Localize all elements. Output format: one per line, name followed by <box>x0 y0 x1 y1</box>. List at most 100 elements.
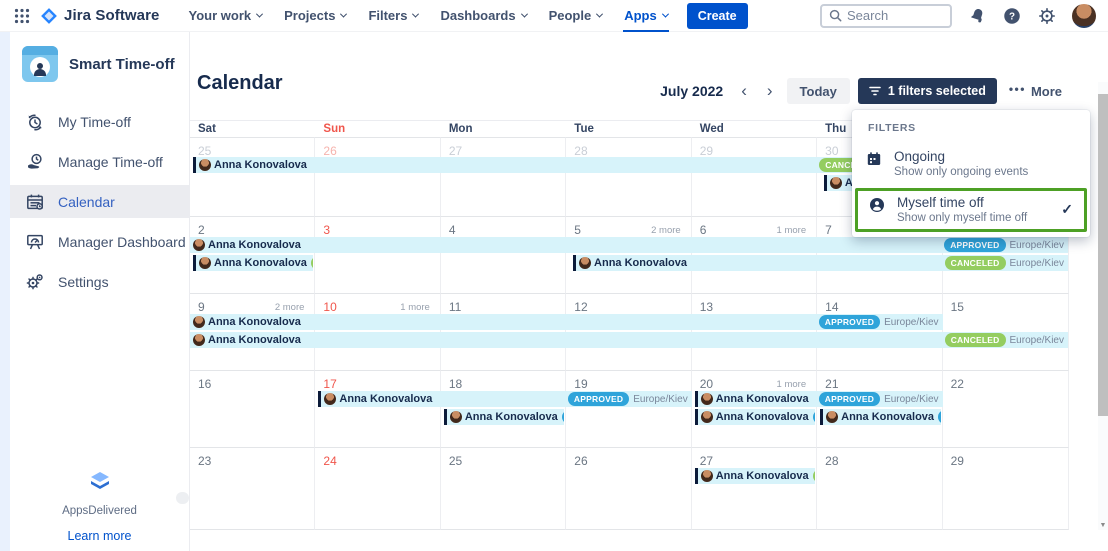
date-number: 2 <box>198 223 205 237</box>
day-cell[interactable]: 23 <box>190 448 315 530</box>
status-badge: APPROVED <box>562 410 565 424</box>
sidebar-item-manage-time-off[interactable]: Manage Time-off <box>10 145 189 178</box>
dashboard-icon <box>24 232 46 252</box>
calendar-icon <box>24 192 46 212</box>
timeoff-event[interactable]: Anna Konovalova APPROVEDEurope/Kiev <box>318 391 691 407</box>
user-avatar[interactable] <box>1072 4 1096 28</box>
timeoff-event[interactable]: Anna KonovalovaCANCELEDEurope/Kiev <box>190 332 1068 348</box>
filters-selected-button[interactable]: 1 filters selected <box>858 78 997 104</box>
day-cell[interactable]: 22 <box>943 371 1069 448</box>
help-icon[interactable]: ? <box>1002 6 1022 26</box>
date-number: 9 <box>198 300 205 314</box>
day-cell[interactable]: 4 <box>441 217 566 294</box>
search-box[interactable] <box>820 4 952 28</box>
day-cell[interactable]: 19 <box>566 371 691 448</box>
settings-gear-icon[interactable] <box>1037 6 1057 26</box>
day-cell[interactable]: 28 <box>566 137 691 217</box>
scrollbar-down-arrow[interactable]: ▼ <box>1098 522 1108 529</box>
timeoff-event[interactable]: Anna KonovalovaAPPROVED <box>695 409 815 425</box>
timeoff-event[interactable]: Anna KonovalovaAPPROVED <box>444 409 564 425</box>
scrollbar-thumb[interactable] <box>1098 94 1108 416</box>
timeoff-event[interactable]: Anna KonovalovaAPPROVED <box>820 409 940 425</box>
nav-item-people[interactable]: People <box>538 0 614 32</box>
event-timezone: Europe/Kiev <box>884 317 938 328</box>
day-cell[interactable]: 29 <box>943 448 1069 530</box>
timeoff-event[interactable]: Anna KonovalovaAPPROVEDEurope/Kiev <box>695 391 943 407</box>
next-month-button[interactable]: › <box>761 78 779 104</box>
more-button[interactable]: ••• More <box>1009 84 1062 99</box>
event-person-name: Anna Konovalova <box>339 393 432 405</box>
chevron-down-icon <box>256 11 263 18</box>
event-avatar <box>199 159 211 171</box>
more-events-link[interactable]: 1 more <box>400 302 430 313</box>
event-avatar <box>830 177 842 189</box>
status-badge: APPROVED <box>813 410 816 424</box>
nav-item-apps[interactable]: Apps <box>613 0 679 32</box>
filters-button-label: 1 filters selected <box>888 84 986 98</box>
day-cell[interactable]: 16 <box>190 371 315 448</box>
day-cell[interactable]: 27 <box>692 448 817 530</box>
create-button[interactable]: Create <box>687 3 748 29</box>
day-cell[interactable]: 3 <box>315 217 440 294</box>
nav-item-label: People <box>549 8 592 23</box>
day-cell[interactable]: 26 <box>315 137 440 217</box>
more-button-label: More <box>1031 84 1062 99</box>
day-cell[interactable]: 17 <box>315 371 440 448</box>
day-cell[interactable]: 29 <box>692 137 817 217</box>
learn-more-link[interactable]: Learn more <box>68 529 132 543</box>
weekday-label: Tue <box>574 123 594 135</box>
prev-month-button[interactable]: ‹ <box>735 78 753 104</box>
sidebar-item-my-time-off[interactable]: My Time-off <box>10 105 189 138</box>
day-cell[interactable]: 25 <box>441 448 566 530</box>
search-input[interactable] <box>847 8 939 23</box>
status-badge: CANCELED <box>945 333 1006 347</box>
day-cell[interactable]: 28 <box>817 448 942 530</box>
calendar-event-icon <box>866 151 882 167</box>
date-number: 27 <box>449 144 462 158</box>
chevron-down-icon <box>340 11 347 18</box>
timeoff-event[interactable]: Anna KonovalovaCANCELEDEurope/Kiev <box>573 255 1068 271</box>
filter-option-myself-time-off[interactable]: Myself time offShow only myself time off… <box>855 188 1087 232</box>
timeoff-event[interactable]: Anna KonovalovaCANCELED <box>695 468 815 484</box>
jira-logo[interactable]: Jira Software <box>40 7 160 25</box>
sidebar-item-calendar[interactable]: Calendar <box>10 185 189 218</box>
date-number: 23 <box>198 454 211 468</box>
nav-item-dashboards[interactable]: Dashboards <box>429 0 537 32</box>
nav-item-filters[interactable]: Filters <box>357 0 429 32</box>
app-switcher-icon[interactable] <box>12 6 32 26</box>
more-events-link[interactable]: 1 more <box>777 225 807 236</box>
day-cell[interactable]: 26 <box>566 448 691 530</box>
day-cell[interactable]: 24 <box>315 448 440 530</box>
filter-icon <box>869 86 881 96</box>
sidebar-item-label: My Time-off <box>58 114 131 130</box>
vertical-scrollbar[interactable]: ▼ <box>1098 82 1108 530</box>
timeoff-event[interactable]: Anna KonovalovaCANCELEDEurope/Kiev <box>193 157 943 173</box>
today-button[interactable]: Today <box>787 78 850 104</box>
filter-option-ongoing[interactable]: OngoingShow only ongoing events <box>852 143 1090 186</box>
nav-item-projects[interactable]: Projects <box>273 0 357 32</box>
sidebar-item-settings[interactable]: Settings <box>10 265 189 298</box>
brand-name: AppsDelivered <box>10 505 189 517</box>
search-icon <box>829 9 842 22</box>
timeoff-event[interactable]: Anna KonovalovaAPPROVEDEurope/Kiev <box>190 237 1068 253</box>
sidebar-app-header[interactable]: Smart Time-off <box>10 32 189 98</box>
notifications-bell-icon[interactable] <box>967 6 987 26</box>
appsdelivered-logo-icon <box>87 470 113 494</box>
sidebar-item-manager-dashboard[interactable]: Manager Dashboard <box>10 225 189 258</box>
event-timezone: Europe/Kiev <box>633 394 687 405</box>
nav-item-label: Dashboards <box>440 8 515 23</box>
day-cell[interactable]: 27 <box>441 137 566 217</box>
more-events-link[interactable]: 1 more <box>777 379 807 390</box>
event-right-group: APPROVEDEurope/Kiev <box>568 392 688 406</box>
more-events-link[interactable]: 2 more <box>651 225 681 236</box>
event-avatar <box>450 411 462 423</box>
weekday-label: Sun <box>323 123 345 135</box>
day-cell[interactable]: 25 <box>190 137 315 217</box>
more-events-link[interactable]: 2 more <box>275 302 305 313</box>
date-number: 22 <box>951 377 964 391</box>
timeoff-event[interactable]: Anna KonovalovaCANCELED <box>193 255 313 271</box>
nav-item-your-work[interactable]: Your work <box>178 0 274 32</box>
sidebar-scroll-nub[interactable] <box>176 492 189 504</box>
checkmark-icon: ✓ <box>1061 201 1073 218</box>
timeoff-event[interactable]: Anna KonovalovaAPPROVEDEurope/Kiev <box>190 314 943 330</box>
